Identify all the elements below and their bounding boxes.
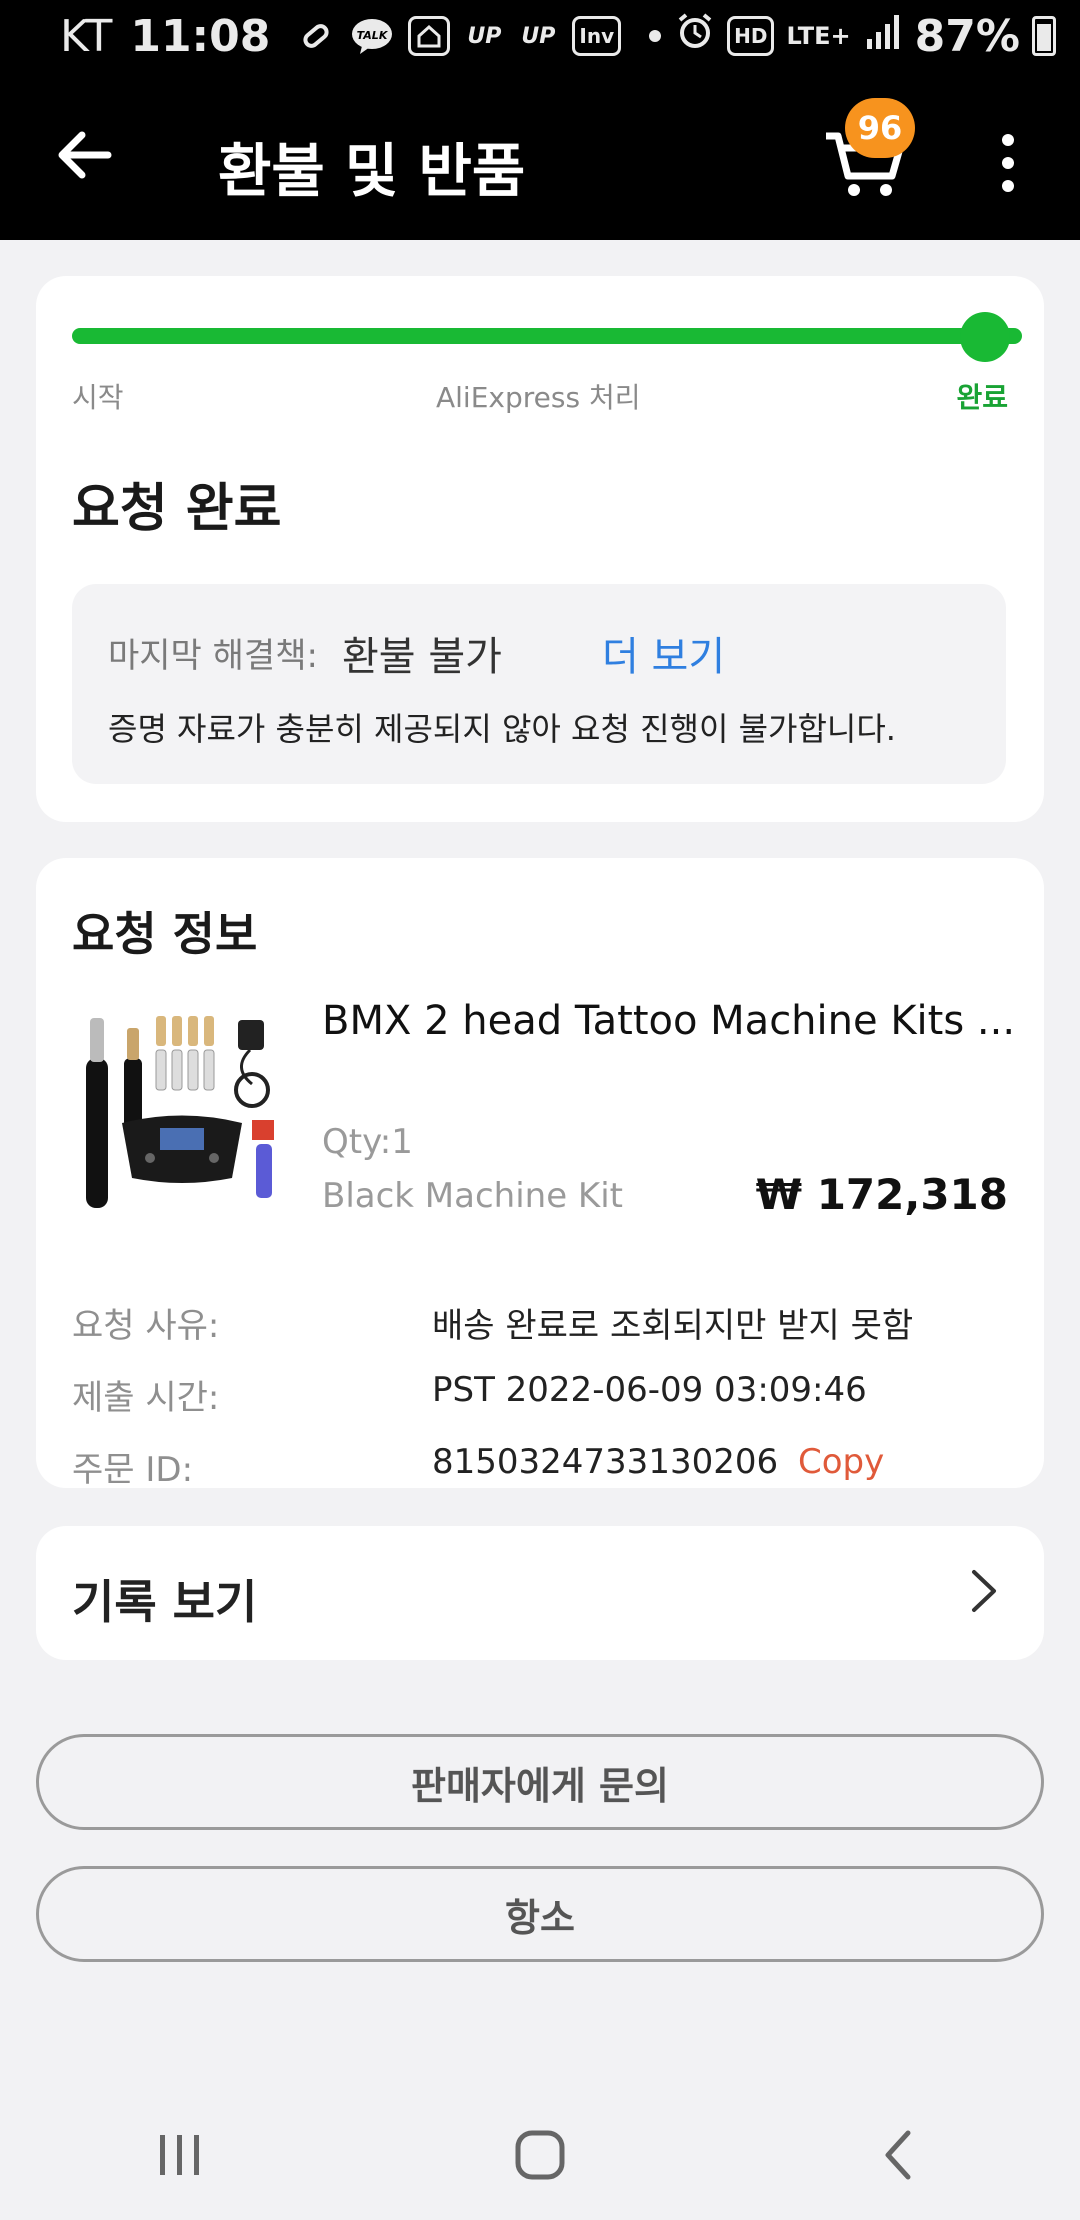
- top-bar: KT 11:08 TALK UP UP Inv HD LTE+ 87% 환불 및…: [0, 0, 1080, 240]
- hd-icon: HD: [727, 16, 775, 56]
- recent-apps-button[interactable]: [140, 2120, 220, 2190]
- copy-order-id-button[interactable]: Copy: [798, 1442, 884, 1482]
- system-back-button[interactable]: [860, 2120, 940, 2190]
- product-price: ₩ 172,318: [755, 1170, 1008, 1219]
- up-icon: UP: [467, 23, 502, 49]
- battery-percent: 87%: [914, 10, 1020, 62]
- reason-value: 배송 완료로 조회되지만 받지 못함: [432, 1306, 914, 1346]
- more-options-button[interactable]: [990, 128, 1026, 198]
- step-complete-label: 완료: [956, 381, 1008, 414]
- status-bar: KT 11:08 TALK UP UP Inv HD LTE+ 87%: [0, 0, 1080, 72]
- clock: 11:08: [130, 10, 271, 62]
- progress-card: 시작 AliExpress 처리 완료 요청 완료 마지막 해결책: 환불 불가…: [36, 276, 1044, 822]
- recent-apps-icon: [160, 2135, 199, 2175]
- talk-icon-text: TALK: [357, 29, 389, 42]
- signal-icon: [863, 11, 903, 62]
- arrow-left-icon: [58, 131, 112, 179]
- see-more-link[interactable]: 더 보기: [602, 624, 725, 682]
- request-info-card: 요청 정보 BMX 2 head Tattoo Machine Kits ...…: [36, 858, 1044, 1490]
- product-thumbnail[interactable]: [72, 998, 292, 1218]
- chevron-left-icon: [885, 2130, 911, 2180]
- contact-seller-button[interactable]: 판매자에게 문의: [36, 1734, 1044, 1830]
- order-id-value: 8150324733130206: [432, 1442, 779, 1482]
- view-history-row[interactable]: 기록 보기: [36, 1526, 1044, 1660]
- page-title: 환불 및 반품: [218, 137, 526, 205]
- alarm-icon: [675, 11, 715, 62]
- home-circle-icon: [515, 2130, 565, 2180]
- pill-icon: [296, 16, 336, 56]
- system-nav-bar: [0, 2090, 1080, 2220]
- progress-indicator: [960, 312, 1010, 362]
- system-icons: HD LTE+ 87%: [675, 11, 1056, 62]
- reason-label: 요청 사유:: [72, 1306, 220, 1346]
- more-vertical-icon: [1002, 134, 1014, 192]
- request-info-title: 요청 정보: [72, 907, 258, 961]
- battery-icon: [1031, 16, 1056, 56]
- inv-icon: Inv: [572, 16, 622, 56]
- appeal-button[interactable]: 항소: [36, 1866, 1044, 1962]
- resolution-value: 환불 불가: [342, 634, 502, 680]
- submitted-time-label: 제출 시간:: [72, 1378, 220, 1418]
- app-bar: 환불 및 반품 96: [0, 80, 1080, 240]
- carrier-label: KT: [60, 10, 113, 62]
- resolution-box: 마지막 해결책: 환불 불가 더 보기 증명 자료가 충분히 제공되지 않아 요…: [72, 584, 1006, 784]
- talk-icon: TALK: [350, 16, 394, 56]
- tattoo-kit-image: [86, 1016, 274, 1208]
- product-quantity: Qty:1: [322, 1122, 413, 1162]
- resolution-label: 마지막 해결책:: [108, 636, 318, 676]
- back-button[interactable]: [50, 120, 120, 190]
- progress-track: [72, 328, 1022, 344]
- up-icon: UP: [521, 23, 556, 49]
- cart-count-badge: 96: [845, 98, 915, 158]
- home-button[interactable]: [500, 2120, 580, 2190]
- home-icon: [408, 16, 451, 56]
- step-start-label: 시작: [72, 381, 124, 414]
- notification-icons: TALK UP UP Inv: [296, 16, 675, 56]
- submitted-time-value: PST 2022-06-09 03:09:46: [432, 1370, 867, 1410]
- order-id-label: 주문 ID:: [72, 1450, 194, 1490]
- network-type: LTE+: [786, 22, 851, 50]
- step-processing-label: AliExpress 처리: [436, 381, 641, 414]
- dot-icon: [635, 16, 675, 56]
- resolution-description: 증명 자료가 충분히 제공되지 않아 요청 진행이 불가합니다.: [108, 710, 896, 748]
- request-status-title: 요청 완료: [72, 479, 282, 539]
- product-name[interactable]: BMX 2 head Tattoo Machine Kits ...: [322, 998, 1012, 1044]
- product-variant: Black Machine Kit: [322, 1176, 624, 1216]
- chevron-right-icon: [964, 1566, 1004, 1616]
- view-history-label: 기록 보기: [72, 1575, 258, 1629]
